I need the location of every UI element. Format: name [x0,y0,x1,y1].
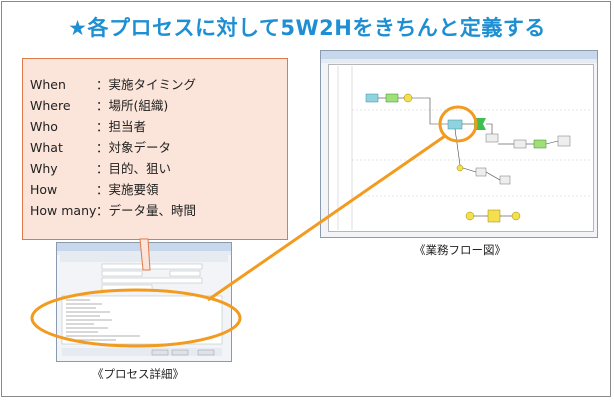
flow-swimlanes [337,66,592,230]
flow-edges [378,97,559,217]
flow-nodes [365,93,571,223]
connector-line [207,134,446,302]
detail-caption: 《プロセス詳細》 [92,367,184,381]
diagram-graphics [30,66,592,356]
flow-caption: 《業務フロー図》 [414,243,506,257]
